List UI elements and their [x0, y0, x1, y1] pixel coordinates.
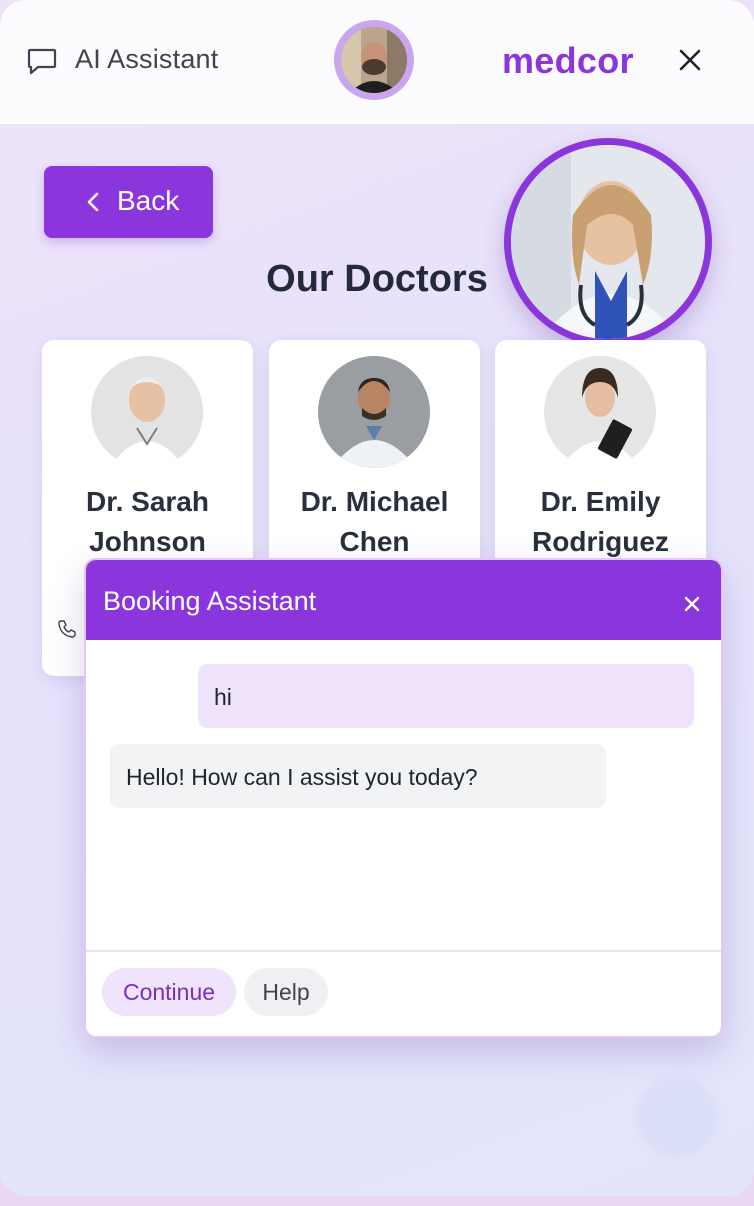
- help-button[interactable]: Help: [244, 968, 328, 1016]
- message-text: hi: [214, 684, 232, 710]
- assistant-message: Hello! How can I assist you today?: [110, 744, 606, 808]
- message-text: Hello! How can I assist you today?: [126, 764, 478, 790]
- continue-button[interactable]: Continue: [102, 968, 236, 1016]
- back-button[interactable]: Back: [44, 166, 213, 238]
- divider: [86, 950, 721, 952]
- doctor-photo: [544, 356, 656, 468]
- user-avatar[interactable]: [334, 20, 414, 100]
- doctor-photo: [91, 356, 203, 468]
- doctor-photo: [318, 356, 430, 468]
- chat-title: Booking Assistant: [103, 586, 317, 616]
- doctor-name: Dr. Sarah Johnson: [86, 486, 209, 557]
- chat-header: Booking Assistant: [86, 560, 721, 640]
- back-label: Back: [117, 185, 180, 216]
- assistant-title: AI Assistant: [75, 44, 219, 74]
- brand-logo[interactable]: medcor: [502, 40, 634, 82]
- booking-assistant-panel: Booking Assistant hi Hello! How can I as…: [84, 558, 723, 1038]
- doctor-name: Dr. Emily Rodriguez: [532, 486, 669, 557]
- chevron-left-icon: [87, 192, 99, 212]
- doctor-name: Dr. Michael Chen: [300, 486, 449, 557]
- user-message: hi: [198, 664, 694, 728]
- top-header: AI Assistant medcor: [0, 0, 754, 124]
- chat-bubble-icon: [27, 48, 57, 75]
- phone-icon: [58, 620, 76, 638]
- floating-action-button[interactable]: [636, 1076, 718, 1158]
- assistant-avatar: [504, 138, 712, 346]
- app-window: AI Assistant medcor Back Our Doctors Dr.…: [0, 0, 754, 1196]
- close-icon[interactable]: [682, 594, 702, 614]
- close-icon[interactable]: [674, 44, 706, 76]
